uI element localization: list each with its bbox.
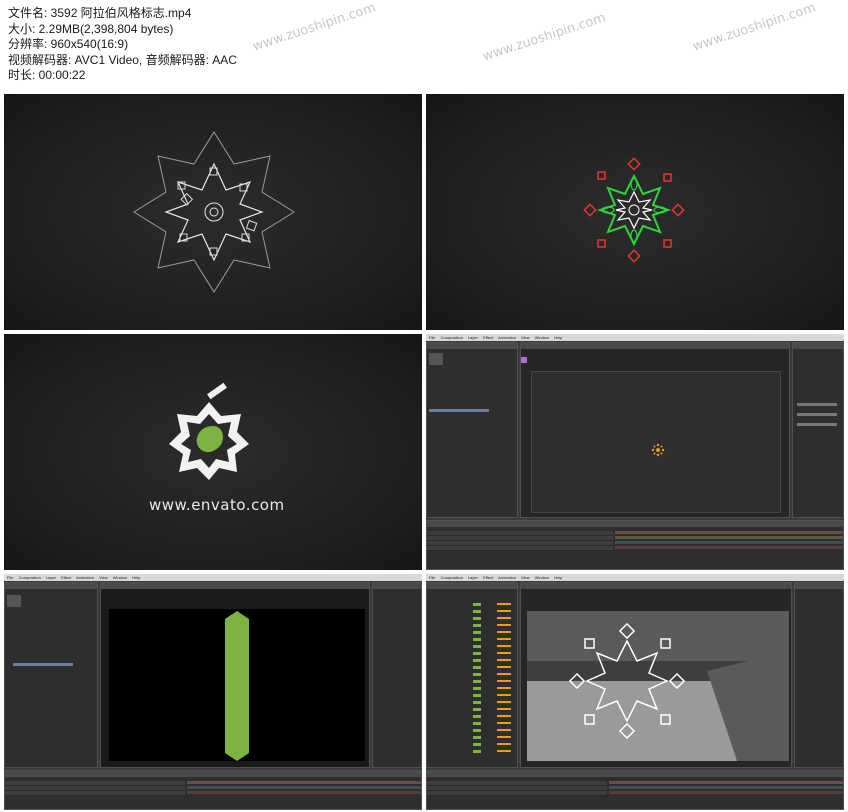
menu-help[interactable]: Help: [132, 575, 140, 580]
watermark: www.zuoshipin.com: [690, 0, 818, 55]
menu-view[interactable]: View: [521, 575, 530, 580]
menu-window[interactable]: Window: [535, 335, 549, 340]
menu-layer[interactable]: Layer: [468, 335, 478, 340]
watermark: www.zuoshipin.com: [480, 10, 608, 65]
timeline-panel[interactable]: [4, 770, 422, 810]
ae-menubar: File Composition Layer Effect Animation …: [426, 574, 844, 581]
file-resolution: 分辨率: 960x540(16:9): [8, 37, 129, 51]
file-info: 文件名: 3592 阿拉伯风格标志.mp4 大小: 2.29MB(2,398,8…: [8, 6, 237, 84]
menu-file[interactable]: File: [429, 575, 435, 580]
file-codecs: 视频解码器: AVC1 Video, 音频解码器: AAC: [8, 52, 237, 67]
composition-viewer[interactable]: [100, 582, 370, 768]
effects-panel[interactable]: [792, 342, 844, 518]
watermark: www.zuoshipin.com: [250, 0, 378, 55]
lake-scene-image: [527, 611, 789, 761]
logo-url-text: www.envato.com: [149, 496, 285, 514]
menu-file[interactable]: File: [7, 575, 13, 580]
menu-effect[interactable]: Effect: [61, 575, 71, 580]
thumbnail-2[interactable]: [426, 94, 844, 330]
thumbnail-1[interactable]: [4, 94, 422, 330]
timeline-panel[interactable]: [426, 770, 844, 810]
ae-menubar: File Composition Layer Effect Animation …: [426, 334, 844, 341]
file-size: 大小: 2.29MB(2,398,804 bytes): [8, 21, 174, 36]
effect-controls-panel[interactable]: [426, 582, 518, 768]
comp-canvas: [531, 371, 781, 513]
menu-help[interactable]: Help: [554, 575, 562, 580]
timeline-panel[interactable]: [426, 520, 844, 570]
thumbnail-4[interactable]: File Composition Layer Effect Animation …: [426, 334, 844, 570]
menu-animation[interactable]: Animation: [76, 575, 94, 580]
menu-file[interactable]: File: [429, 335, 435, 340]
logo-graphic: [169, 382, 249, 480]
sun-icon: [651, 443, 665, 457]
menu-effect[interactable]: Effect: [483, 335, 493, 340]
thumbnail-6[interactable]: File Composition Layer Effect Animation …: [426, 574, 844, 810]
ornament-neon-graphic: [583, 157, 685, 263]
menu-view[interactable]: View: [99, 575, 108, 580]
menu-layer[interactable]: Layer: [468, 575, 478, 580]
file-name: 文件名: 3592 阿拉伯风格标志.mp4: [8, 6, 192, 20]
project-panel[interactable]: [426, 342, 518, 518]
composition-viewer[interactable]: [520, 582, 792, 768]
menu-help[interactable]: Help: [554, 335, 562, 340]
menu-animation[interactable]: Animation: [498, 575, 516, 580]
menu-composition[interactable]: Composition: [19, 575, 41, 580]
project-panel[interactable]: [4, 582, 98, 768]
menu-composition[interactable]: Composition: [441, 335, 463, 340]
effects-panel[interactable]: [372, 582, 422, 768]
thumbnail-5[interactable]: File Composition Layer Effect Animation …: [4, 574, 422, 810]
menu-effect[interactable]: Effect: [483, 575, 493, 580]
menu-layer[interactable]: Layer: [46, 575, 56, 580]
menu-window[interactable]: Window: [113, 575, 127, 580]
menu-animation[interactable]: Animation: [498, 335, 516, 340]
green-column-shape: [225, 611, 249, 761]
menu-view[interactable]: View: [521, 335, 530, 340]
thumbnail-3[interactable]: www.envato.com: [4, 334, 422, 570]
menu-composition[interactable]: Composition: [441, 575, 463, 580]
file-duration: 时长: 00:00:22: [8, 68, 86, 82]
effects-panel[interactable]: [794, 582, 844, 768]
composition-viewer[interactable]: [520, 342, 790, 518]
ae-menubar: File Composition Layer Effect Animation …: [4, 574, 422, 581]
ornament-white-graphic: [133, 131, 295, 293]
menu-window[interactable]: Window: [535, 575, 549, 580]
